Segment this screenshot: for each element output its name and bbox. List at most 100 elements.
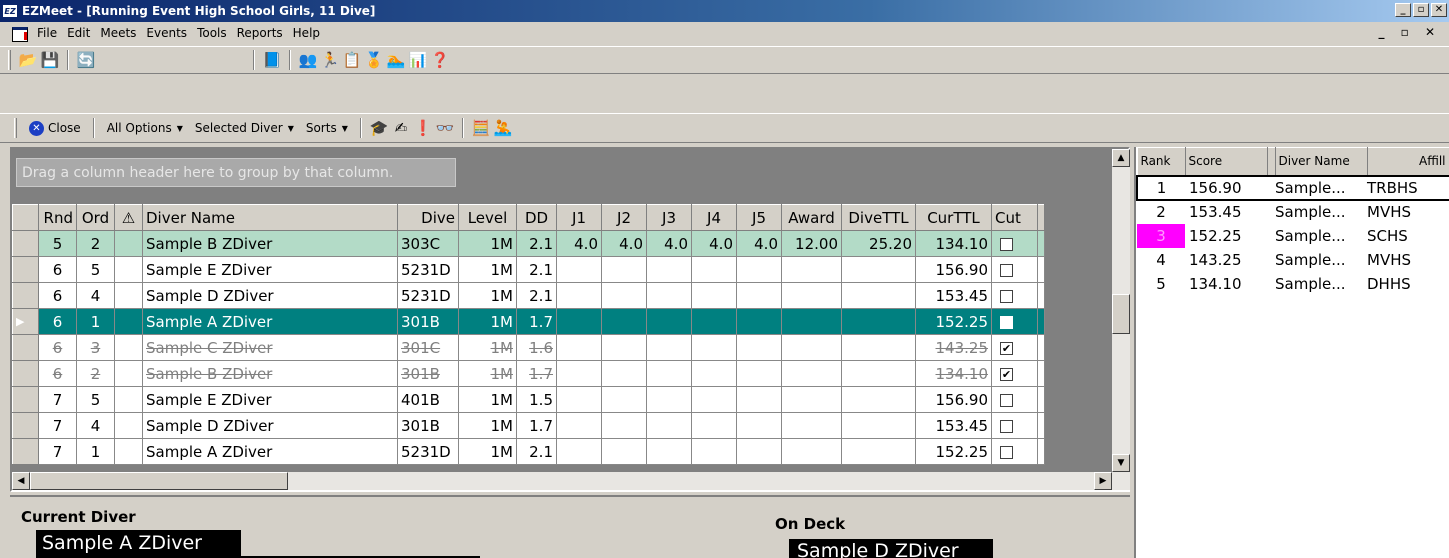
cell-j2[interactable]	[601, 334, 647, 361]
cut-checkbox[interactable]	[1000, 289, 1013, 303]
cell-warning[interactable]	[114, 256, 143, 283]
cell-dive[interactable]: 301B	[397, 412, 459, 439]
cell-diver-name[interactable]: Sample D ZDiver	[142, 282, 398, 309]
cell-j3[interactable]	[646, 256, 692, 283]
menu-events[interactable]: Events	[141, 26, 192, 40]
cell-j1[interactable]	[556, 308, 602, 335]
cell-j4[interactable]	[691, 256, 737, 283]
table-row[interactable]: 6 5 Sample E ZDiver 5231D 1M 2.1 156.90	[12, 256, 1045, 283]
cell-ord[interactable]: 2	[76, 360, 115, 387]
cell-curttl[interactable]: 143.25	[915, 334, 992, 361]
cell-award[interactable]	[781, 386, 842, 413]
cell-divettl[interactable]	[841, 360, 916, 387]
team-icon[interactable]: 👥	[298, 50, 318, 70]
cut-checkbox[interactable]	[1000, 445, 1013, 459]
cell-j1[interactable]	[556, 412, 602, 439]
cell-rnd[interactable]: 6	[38, 334, 77, 361]
cell-divettl[interactable]: 25.20	[841, 230, 916, 257]
menu-meets[interactable]: Meets	[95, 26, 141, 40]
minimize-button[interactable]: _	[1395, 3, 1411, 17]
row-selector[interactable]	[12, 386, 39, 413]
col-ord[interactable]: Ord	[76, 204, 115, 231]
cell-j1[interactable]	[556, 360, 602, 387]
cell-extra[interactable]	[1037, 412, 1045, 439]
cell-diver-name[interactable]: Sample B ZDiver	[142, 230, 398, 257]
cell-curttl[interactable]: 156.90	[915, 256, 992, 283]
cell-j3[interactable]	[646, 282, 692, 309]
cell-cut[interactable]: ✔	[991, 360, 1038, 387]
col-j3[interactable]: J3	[646, 204, 692, 231]
ranking-row[interactable]: 1 156.90 Sample... TRBHS	[1136, 174, 1449, 201]
col-award[interactable]: Award	[781, 204, 842, 231]
cell-level[interactable]: 1M	[458, 282, 517, 309]
cell-diver-name[interactable]: Sample E ZDiver	[142, 256, 398, 283]
cut-checkbox[interactable]	[1000, 393, 1013, 407]
row-selector[interactable]	[12, 334, 39, 361]
athletes-icon[interactable]: 🏃	[320, 50, 340, 70]
cell-j2[interactable]: 4.0	[601, 230, 647, 257]
cell-award[interactable]	[781, 438, 842, 465]
toolbar-grip[interactable]	[8, 50, 11, 70]
table-row[interactable]: 6 4 Sample D ZDiver 5231D 1M 2.1 153.45	[12, 282, 1045, 309]
cell-award[interactable]	[781, 282, 842, 309]
scroll-right-icon[interactable]: ▶	[1094, 472, 1112, 490]
scroll-down-icon[interactable]: ▼	[1112, 454, 1130, 472]
cell-j3[interactable]: 4.0	[646, 230, 692, 257]
divers-icon[interactable]: 🤽	[493, 118, 513, 138]
cell-j5[interactable]	[736, 438, 782, 465]
cell-extra[interactable]	[1037, 282, 1045, 309]
vertical-scrollbar[interactable]: ▲ ▼	[1112, 149, 1130, 472]
col-j5[interactable]: J5	[736, 204, 782, 231]
cell-j3[interactable]	[646, 412, 692, 439]
cell-diver-name[interactable]: Sample C ZDiver	[142, 334, 398, 361]
cell-warning[interactable]	[114, 386, 143, 413]
cell-extra[interactable]	[1037, 256, 1045, 283]
table-row[interactable]: 6 2 Sample B ZDiver 301B 1M 1.7 134.10 ✔	[12, 360, 1045, 387]
cell-j3[interactable]	[646, 308, 692, 335]
menu-help[interactable]: Help	[288, 26, 325, 40]
cell-divettl[interactable]	[841, 308, 916, 335]
cell-rnd[interactable]: 5	[38, 230, 77, 257]
cell-j4[interactable]	[691, 386, 737, 413]
cell-ord[interactable]: 4	[76, 412, 115, 439]
cell-curttl[interactable]: 156.90	[915, 386, 992, 413]
toolbar-grip[interactable]	[14, 118, 17, 138]
cell-j4[interactable]	[691, 412, 737, 439]
cell-level[interactable]: 1M	[458, 438, 517, 465]
cell-dive[interactable]: 401B	[397, 386, 459, 413]
cell-dive[interactable]: 301B	[397, 308, 459, 335]
refresh-icon[interactable]: 🔄	[76, 50, 96, 70]
col-rank-diver-name[interactable]: Diver Name	[1274, 147, 1368, 176]
ranking-row[interactable]: 4 143.25 Sample... MVHS	[1137, 248, 1449, 272]
cut-checkbox[interactable]: ✔	[1000, 341, 1013, 355]
table-row[interactable]: 7 5 Sample E ZDiver 401B 1M 1.5 156.90	[12, 386, 1045, 413]
cell-dd[interactable]: 1.7	[516, 360, 557, 387]
relay-icon[interactable]: 🏅	[364, 50, 384, 70]
cell-divettl[interactable]	[841, 256, 916, 283]
cell-ord[interactable]: 3	[76, 334, 115, 361]
cell-dive[interactable]: 5231D	[397, 282, 459, 309]
cell-diver-name[interactable]: Sample E ZDiver	[142, 386, 398, 413]
cell-j5[interactable]: 4.0	[736, 230, 782, 257]
event-marker-icon[interactable]: 📘	[262, 50, 282, 70]
table-row[interactable]: 7 1 Sample A ZDiver 5231D 1M 2.1 152.25	[12, 438, 1045, 465]
row-selector[interactable]	[12, 282, 39, 309]
cell-curttl[interactable]: 152.25	[915, 308, 992, 335]
cut-checkbox[interactable]	[1000, 315, 1013, 329]
cell-j5[interactable]	[736, 412, 782, 439]
cell-divettl[interactable]	[841, 412, 916, 439]
scroll-thumb[interactable]	[1112, 294, 1130, 334]
cell-curttl[interactable]: 153.45	[915, 412, 992, 439]
score-icon[interactable]: ✍	[391, 118, 411, 138]
cell-rnd[interactable]: 7	[38, 412, 77, 439]
table-row[interactable]: 5 2 Sample B ZDiver 303C 1M 2.1 4.0 4.0 4.0 4.0 4.…	[12, 230, 1045, 257]
menu-reports[interactable]: Reports	[232, 26, 288, 40]
horizontal-scrollbar[interactable]: ◀ ▶	[12, 472, 1130, 490]
cell-dd[interactable]: 2.1	[516, 230, 557, 257]
cell-j1[interactable]: 4.0	[556, 230, 602, 257]
save-disk-icon[interactable]: 💾	[40, 50, 60, 70]
entries-icon[interactable]: 📋	[342, 50, 362, 70]
judges-icon[interactable]: 🧮	[471, 118, 491, 138]
cut-checkbox[interactable]	[1000, 419, 1013, 433]
cell-divettl[interactable]	[841, 334, 916, 361]
